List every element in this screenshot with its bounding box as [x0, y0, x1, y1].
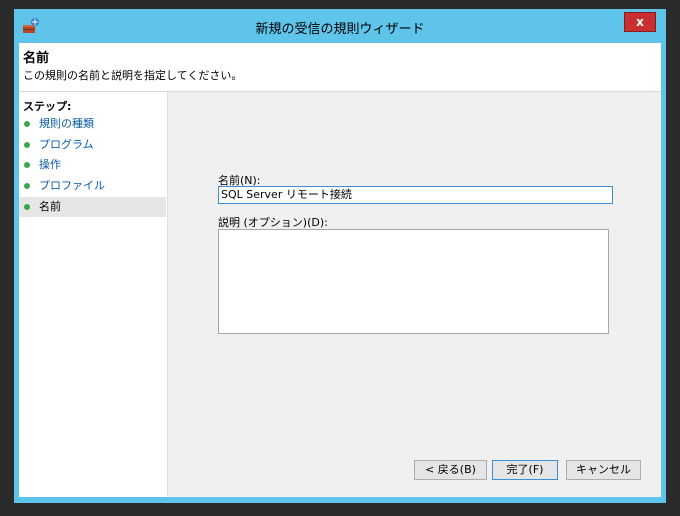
- page-header: 名前 この規則の名前と説明を指定してください。: [19, 43, 661, 92]
- steps-title: ステップ:: [23, 100, 72, 113]
- wizard-window: 新規の受信の規則ウィザード x 名前 この規則の名前と説明を指定してください。 …: [14, 9, 666, 503]
- steps-panel: ステップ: 規則の種類 プログラム 操作 プロファイル 名前: [19, 92, 168, 497]
- name-input[interactable]: SQL Server リモート接続: [218, 186, 613, 204]
- step-label: プログラム: [39, 138, 94, 151]
- description-textarea[interactable]: [218, 229, 609, 334]
- step-action[interactable]: 操作: [19, 155, 166, 175]
- client-area: 名前 この規則の名前と説明を指定してください。 ステップ: 規則の種類 プログラ…: [19, 43, 661, 497]
- step-profile[interactable]: プロファイル: [19, 176, 166, 196]
- page-description: この規則の名前と説明を指定してください。: [23, 69, 243, 82]
- step-bullet-icon: [24, 162, 30, 168]
- cancel-button[interactable]: キャンセル: [566, 460, 641, 480]
- finish-button[interactable]: 完了(F): [492, 460, 558, 480]
- step-bullet-icon: [24, 142, 30, 148]
- step-bullet-icon: [24, 183, 30, 189]
- description-label: 説明 (オプション)(D):: [218, 216, 328, 229]
- step-label: プロファイル: [39, 179, 105, 192]
- page-title: 名前: [23, 51, 50, 66]
- step-label: 名前: [39, 200, 61, 213]
- step-rule-type[interactable]: 規則の種類: [19, 114, 166, 134]
- step-bullet-icon: [24, 204, 30, 210]
- step-program[interactable]: プログラム: [19, 135, 166, 155]
- step-label: 規則の種類: [39, 117, 94, 130]
- step-bullet-icon: [24, 121, 30, 127]
- window-title: 新規の受信の規則ウィザード: [255, 22, 425, 37]
- step-name[interactable]: 名前: [19, 197, 166, 217]
- title-bar[interactable]: 新規の受信の規則ウィザード x: [14, 9, 666, 43]
- wizard-body: ステップ: 規則の種類 プログラム 操作 プロファイル 名前 名前(N): SQ…: [19, 92, 661, 497]
- back-button[interactable]: < 戻る(B): [414, 460, 487, 480]
- content-panel: 名前(N): SQL Server リモート接続 説明 (オプション)(D): …: [168, 92, 661, 497]
- step-label: 操作: [39, 158, 61, 171]
- close-button[interactable]: x: [624, 12, 656, 32]
